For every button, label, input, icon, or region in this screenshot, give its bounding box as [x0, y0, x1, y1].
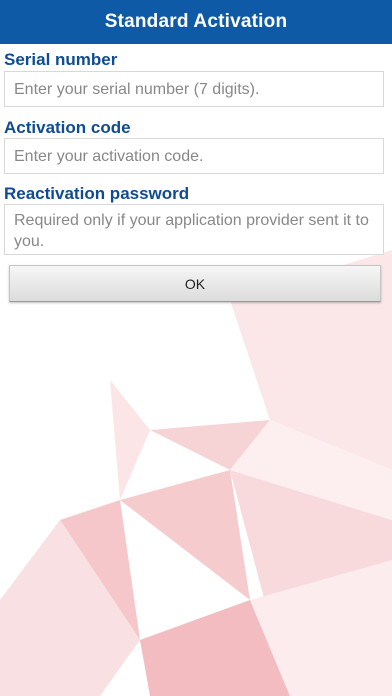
reactivation-password-input[interactable]: Required only if your application provid…: [4, 204, 384, 255]
reactivation-password-label: Reactivation password: [4, 184, 190, 203]
page-title: Standard Activation: [0, 0, 392, 44]
activation-code-label: Activation code: [4, 118, 131, 137]
serial-number-input[interactable]: Enter your serial number (7 digits).: [4, 71, 384, 107]
ok-button[interactable]: OK: [9, 265, 381, 302]
serial-number-label: Serial number: [4, 50, 118, 69]
activation-code-input[interactable]: Enter your activation code.: [4, 138, 384, 174]
